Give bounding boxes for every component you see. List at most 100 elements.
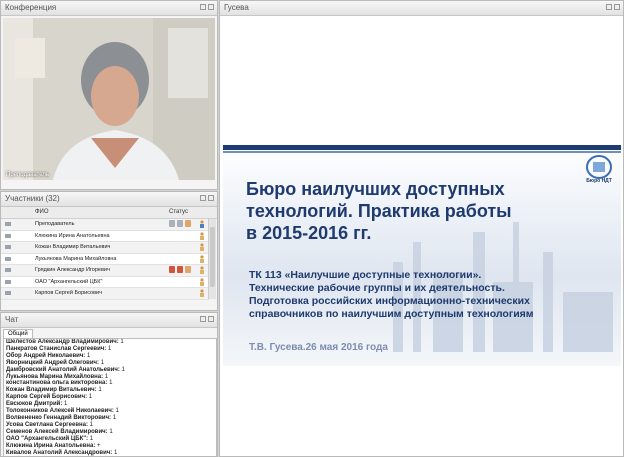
conference-window-controls[interactable]: [200, 4, 214, 10]
slide-title-line: технологий. Практика работы: [246, 201, 512, 221]
participant-icon: [5, 291, 11, 295]
chat-text: 1: [89, 435, 94, 442]
chat-status-icon: [185, 220, 191, 227]
chat-author: Евсюков Дмитрий:: [6, 401, 63, 408]
person-icon: [200, 231, 204, 240]
participants-list: Преподаватель Клюкина Ирина Анатольевна …: [1, 219, 209, 300]
chat-messages: Шелестов Александр Владимирович: 1 Панкра…: [3, 338, 217, 456]
chat-author: Обор Андрей Николаевич:: [6, 352, 86, 359]
person-icon: [200, 277, 204, 286]
chat-text: 1: [107, 345, 112, 352]
participant-row[interactable]: Лукьянова Марина Михайловна: [1, 253, 209, 265]
participant-row[interactable]: Клюкина Ирина Анатольевна: [1, 230, 209, 242]
presentation-slide: Бюро НДТ Бюро наилучших доступных технол…: [223, 142, 621, 366]
slide-subtitle-line: справочников по наилучшим доступным техн…: [249, 308, 534, 320]
maximize-icon[interactable]: [614, 4, 620, 10]
chat-message: ОАО "Архангельский ЦБК": 1: [4, 436, 216, 443]
chat-text: 1: [109, 428, 113, 435]
chat-author: ОАО "Архангельский ЦБК":: [6, 435, 89, 442]
chat-author: Лукьянова Марина Михайловна:: [6, 373, 104, 380]
participant-icon: [5, 268, 11, 272]
mic-status-icon: [177, 266, 183, 273]
chat-text: 1: [100, 359, 105, 366]
slide-subtitle: ТК 113 «Наилучшие доступные технологии».…: [249, 269, 579, 321]
slide-footer: Т.В. Гусева.26 мая 2016 года: [249, 342, 388, 353]
participant-name: Клюкина Ирина Анатольевна: [35, 232, 110, 239]
participant-icon: [5, 256, 11, 261]
camera-status-icon: [169, 266, 175, 273]
chat-text: 1: [113, 449, 118, 456]
maximize-icon[interactable]: [208, 4, 214, 10]
presentation-window-controls[interactable]: [606, 4, 620, 10]
chat-panel-title: Чат: [1, 313, 217, 328]
person-icon: [200, 243, 204, 251]
participant-row[interactable]: Кожан Владимир Витальевич: [1, 242, 209, 254]
participant-row[interactable]: ОАО "Архангельский ЦБК": [1, 276, 209, 288]
participant-icon: [5, 233, 11, 238]
chat-author: Панкратов Станислав Сергеевич:: [6, 345, 107, 352]
participant-row[interactable]: Карпов Сергей Борисович: [1, 288, 209, 300]
chat-author: Яворницкий Андрей Олегович:: [6, 359, 100, 366]
participant-name: Преподаватель: [35, 221, 75, 227]
participant-row[interactable]: Преподаватель: [1, 219, 209, 231]
chat-author: Шелестов Александр Владимирович:: [6, 339, 119, 345]
chat-message: Яворницкий Андрей Олегович: 1: [4, 360, 216, 367]
chat-text: 1: [98, 387, 102, 394]
chat-text: 1: [115, 408, 119, 415]
svg-text:Бюро НДТ: Бюро НДТ: [586, 178, 612, 184]
person-icon: [200, 254, 204, 263]
chat-text: 1: [112, 414, 117, 421]
chat-message: Обор Андрей Николаевич: 1: [4, 353, 216, 360]
chat-text: 1: [120, 339, 124, 345]
chat-author: Кивалов Анатолий Александрович:: [6, 449, 113, 456]
participant-name: Кожан Владимир Витальевич: [35, 244, 111, 250]
participants-scrollbar[interactable]: [208, 219, 216, 299]
minimize-icon[interactable]: [200, 316, 206, 322]
presentation-panel-title: Гусева: [220, 1, 623, 16]
chat-text: 1: [88, 394, 93, 401]
column-header-name[interactable]: ФИО: [35, 209, 49, 215]
maximize-icon[interactable]: [208, 195, 214, 201]
conference-panel-title: Конференция: [1, 1, 217, 16]
presenter-video-image: [3, 18, 215, 180]
participant-row[interactable]: Грядкин Александр Игоревич: [1, 265, 209, 277]
bureau-ndt-logo: Бюро НДТ: [586, 155, 612, 184]
participants-window-controls[interactable]: [200, 195, 214, 201]
minimize-icon[interactable]: [606, 4, 612, 10]
chat-author: константинова ольга викторовна:: [6, 380, 108, 387]
slide-title-line: в 2015-2016 гг.: [246, 223, 372, 243]
slide-subtitle-line: Подготовка российских информационно-техн…: [249, 295, 530, 307]
chat-panel: Чат Общий Шелестов Александр Владимирови…: [0, 312, 218, 457]
chat-text: 1: [64, 401, 68, 408]
participant-name: Лукьянова Марина Михайловна: [35, 255, 117, 262]
participants-panel: Участники (32) ФИО Статус Преподаватель …: [0, 191, 218, 311]
participants-panel-title: Участники (32): [1, 192, 217, 207]
chat-text: 1: [121, 366, 125, 373]
person-icon: [200, 266, 204, 274]
chat-author: Дамбровский Анатолий Анатольевич:: [6, 366, 120, 373]
chat-status-icon: [185, 266, 191, 273]
chat-author: Кожан Владимир Витальевич:: [6, 387, 97, 394]
chat-message: Семенов Алексей Владимирович: 1: [4, 429, 216, 436]
chat-text: +: [97, 442, 101, 449]
column-header-status[interactable]: Статус: [169, 209, 188, 215]
chat-text: 1: [86, 352, 91, 359]
chat-message: Волвененко Геннадий Викторович: 1: [4, 415, 216, 422]
minimize-icon[interactable]: [200, 4, 206, 10]
scrollbar-thumb[interactable]: [210, 227, 215, 287]
chat-message: Дамбровский Анатолий Анатольевич: 1: [4, 367, 216, 374]
slide-title-line: Бюро наилучших доступных: [246, 179, 505, 199]
minimize-icon[interactable]: [200, 195, 206, 201]
slide-top-band: [223, 145, 621, 150]
chat-window-controls[interactable]: [200, 316, 214, 322]
slide-subtitle-line: Технические рабочие группы и их деятельн…: [249, 282, 505, 294]
video-feed: Преподаватель: [3, 18, 215, 180]
chat-author: Семенов Алексей Владимирович:: [6, 428, 108, 435]
maximize-icon[interactable]: [208, 316, 214, 322]
chat-message: Усова Светлана Сергеевна: 1: [4, 422, 216, 429]
chat-text: 1: [109, 380, 113, 387]
chat-message: константинова ольга викторовна: 1: [4, 380, 216, 387]
chat-author: Усова Светлана Сергеевна:: [6, 421, 88, 428]
participant-icon: [5, 245, 11, 249]
person-icon: [200, 289, 204, 297]
